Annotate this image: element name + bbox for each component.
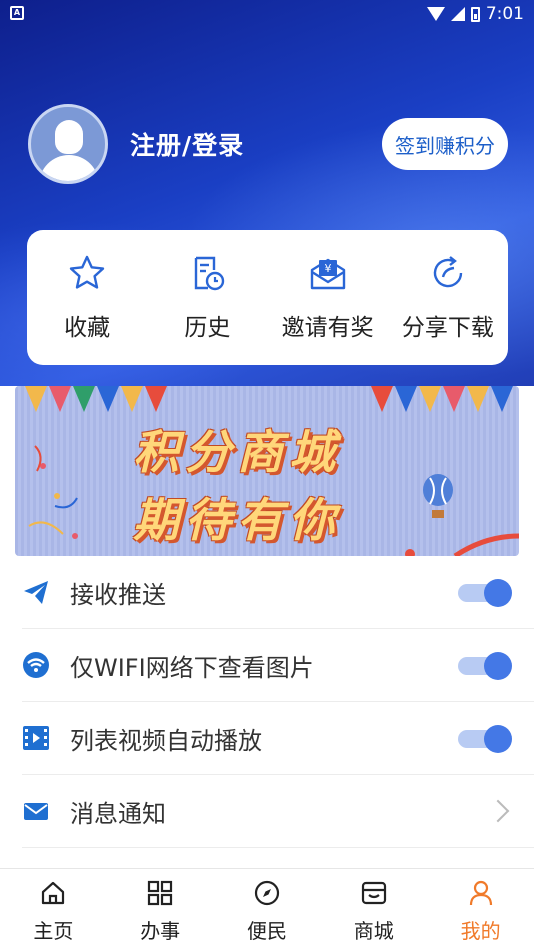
autoplay-toggle[interactable] [458, 725, 512, 753]
setting-label: 接收推送 [70, 580, 166, 609]
points-mall-banner[interactable]: 积分商城 期待有你 [15, 386, 519, 556]
wifi-images-toggle[interactable] [458, 652, 512, 680]
status-bar: A 7:01 [0, 0, 534, 28]
tab-convenience[interactable]: 便民 [214, 869, 321, 950]
quick-action-history[interactable]: 历史 [147, 230, 267, 365]
chevron-right-icon [486, 799, 510, 823]
signal-icon [450, 7, 465, 21]
push-toggle[interactable] [458, 579, 512, 607]
tab-label: 商城 [353, 919, 394, 943]
setting-label: 仅WIFI网络下查看图片 [70, 653, 314, 682]
quick-action-label: 邀请有奖 [281, 315, 374, 341]
login-link[interactable]: 注册/登录 [130, 126, 244, 162]
toggle-knob [484, 652, 512, 680]
tab-label: 我的 [460, 919, 501, 943]
home-icon [42, 881, 65, 905]
tab-label: 主页 [33, 919, 74, 943]
quick-action-invite[interactable]: ¥ 邀请有奖 [268, 230, 388, 365]
signin-button[interactable]: 签到赚积分 [382, 118, 508, 170]
tab-label: 便民 [246, 919, 287, 943]
svg-text:¥: ¥ [324, 262, 331, 275]
avatar[interactable] [28, 104, 108, 184]
quick-action-label: 历史 [184, 315, 231, 341]
setting-autoplay-video: 列表视频自动播放 [22, 702, 534, 775]
hot-air-balloon-icon [423, 474, 453, 518]
quick-action-label: 分享下载 [401, 315, 494, 341]
invite-icon: ¥ [310, 258, 345, 290]
quick-action-share[interactable]: 分享下载 [388, 230, 508, 365]
send-icon [22, 578, 50, 606]
avatar-head [55, 120, 83, 154]
quick-actions-card: 收藏 历史 ¥ 邀请有奖 分享下载 [27, 230, 508, 365]
share-icon [433, 256, 463, 288]
tab-mine[interactable]: 我的 [427, 869, 534, 950]
wifi-status-icon [426, 7, 445, 21]
setting-label: 列表视频自动播放 [70, 726, 262, 755]
history-icon [195, 256, 225, 291]
toggle-knob [484, 725, 512, 753]
tab-label: 办事 [140, 919, 181, 943]
banner-subtitle: 期待有你 [133, 493, 341, 547]
avatar-body [39, 155, 99, 181]
video-icon [22, 724, 50, 752]
tab-services[interactable]: 办事 [107, 869, 214, 950]
setting-wifi-images: 仅WIFI网络下查看图片 [22, 629, 534, 702]
toggle-knob [484, 579, 512, 607]
star-icon [69, 255, 105, 289]
setting-notifications[interactable]: 消息通知 [22, 775, 534, 848]
quick-action-label: 收藏 [64, 315, 111, 341]
grid-icon [148, 880, 173, 906]
tab-home[interactable]: 主页 [0, 869, 107, 950]
status-time: 7:01 [485, 4, 524, 24]
mail-icon [22, 797, 50, 825]
wifi-icon [22, 651, 50, 679]
banner-title: 积分商城 [133, 425, 341, 479]
notification-icon: A [10, 6, 24, 20]
tab-mall[interactable]: 商城 [320, 869, 427, 950]
user-icon [469, 880, 492, 906]
battery-icon [470, 6, 480, 22]
store-icon [361, 881, 386, 905]
setting-label: 消息通知 [70, 799, 166, 828]
settings-list: 接收推送 仅WIFI网络下查看图片 列表视频自动播放 消息通知 [0, 556, 534, 848]
bottom-tab-bar: 主页 办事 便民 商城 我的 [0, 868, 534, 950]
compass-icon [254, 880, 280, 906]
quick-action-favorites[interactable]: 收藏 [27, 230, 147, 365]
setting-push: 接收推送 [22, 556, 534, 629]
